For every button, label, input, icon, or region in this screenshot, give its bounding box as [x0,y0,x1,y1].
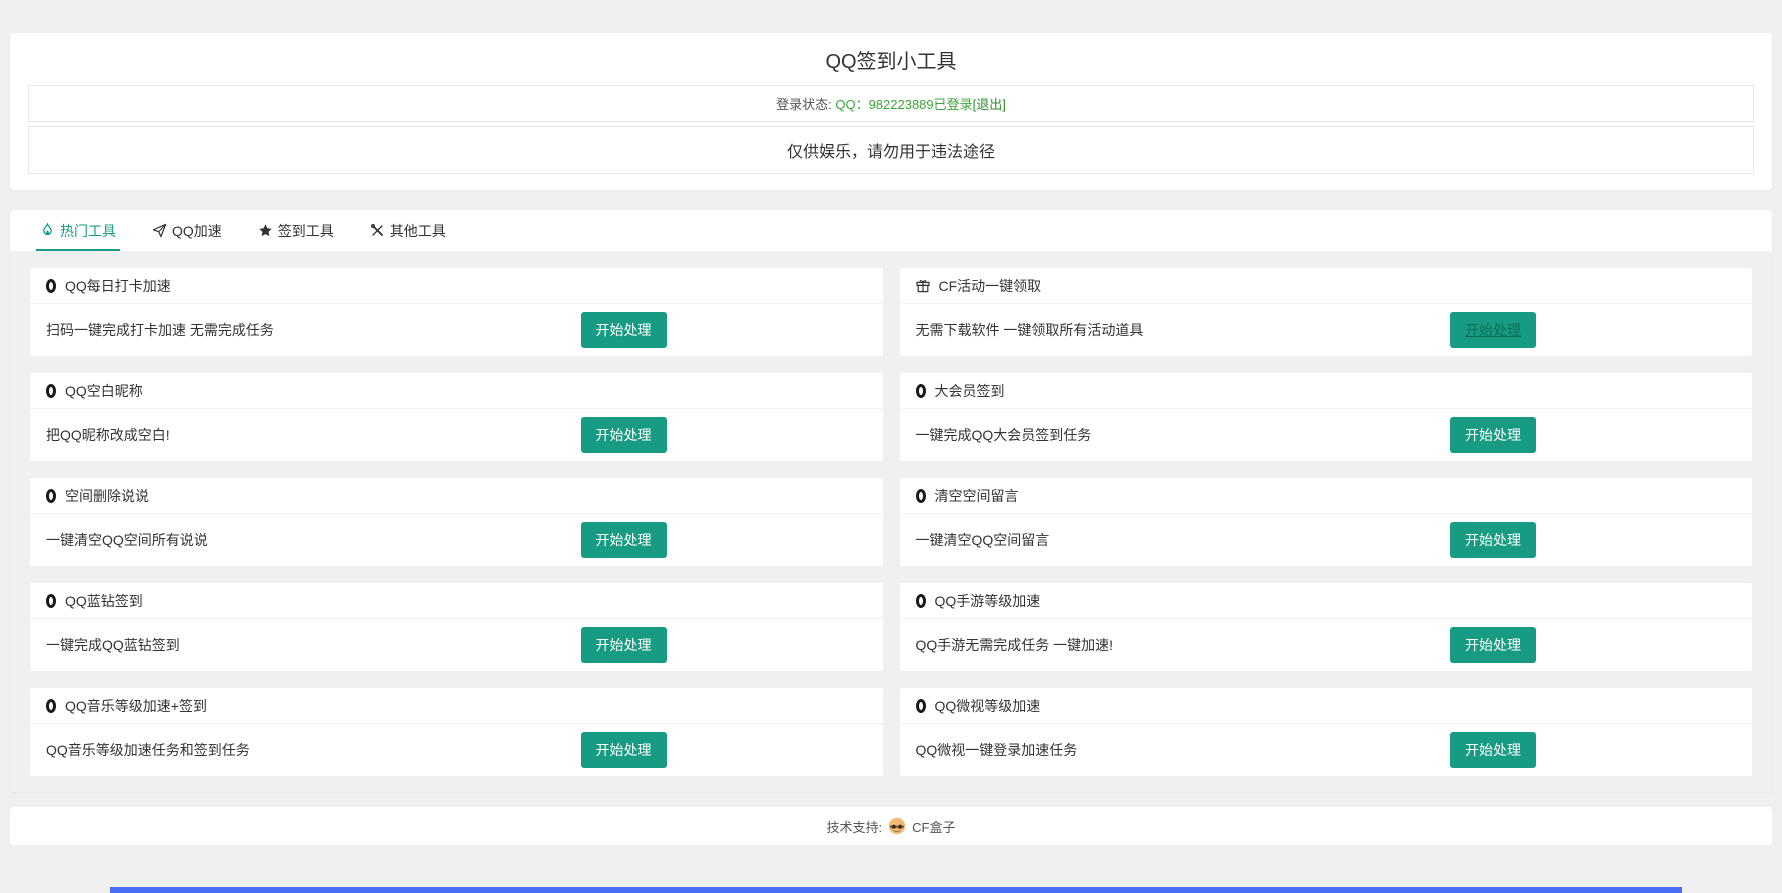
login-status-prefix: 登录状态: [776,97,835,112]
tool-card-body: 扫码一键完成打卡加速 无需完成任务 开始处理 [30,304,883,356]
start-process-button[interactable]: 开始处理 [581,732,667,768]
ring-icon [916,489,926,503]
start-process-button[interactable]: 开始处理 [1450,732,1536,768]
tool-card-description: 一键清空QQ空间所有说说 [46,530,581,550]
tool-card-title: QQ空白昵称 [65,381,143,401]
tool-card-body: QQ音乐等级加速任务和签到任务 开始处理 [30,724,883,776]
tool-card-description: QQ音乐等级加速任务和签到任务 [46,740,581,760]
start-process-button[interactable]: 开始处理 [1450,522,1536,558]
tool-card-description: QQ手游无需完成任务 一键加速! [916,635,1451,655]
support-name: CF盒子 [912,817,955,836]
ring-icon [916,384,926,398]
tools-icon [370,223,385,238]
tool-card-header: 大会员签到 [900,373,1753,409]
tab-4[interactable]: 其他工具 [352,210,464,251]
cf-box-avatar-icon [888,817,906,835]
ring-icon [46,384,56,398]
start-process-button[interactable]: 开始处理 [581,417,667,453]
tool-card-header: 清空空间留言 [900,478,1753,514]
tool-card-body: 一键完成QQ大会员签到任务 开始处理 [900,409,1753,461]
tool-card-header: QQ微视等级加速 [900,688,1753,724]
tool-card: QQ手游等级加速 QQ手游无需完成任务 一键加速! 开始处理 [900,583,1753,671]
fire-icon [40,223,55,238]
star-icon [258,223,273,238]
notice-text: 仅供娱乐，请勿用于违法途径 [28,126,1754,174]
tool-card-description: 一键完成QQ蓝钻签到 [46,635,581,655]
tab-content: QQ每日打卡加速 扫码一键完成打卡加速 无需完成任务 开始处理 CF活动一键领取… [10,252,1772,792]
tool-card-header: QQ空白昵称 [30,373,883,409]
tool-card-header: QQ每日打卡加速 [30,268,883,304]
start-process-button[interactable]: 开始处理 [1450,627,1536,663]
tool-card: QQ微视等级加速 QQ微视一键登录加速任务 开始处理 [900,688,1753,776]
card-grid: QQ每日打卡加速 扫码一键完成打卡加速 无需完成任务 开始处理 CF活动一键领取… [30,268,1752,776]
tool-card-description: 无需下载软件 一键领取所有活动道具 [916,320,1451,340]
tool-card-description: 扫码一键完成打卡加速 无需完成任务 [46,320,581,340]
tool-card-title: QQ手游等级加速 [935,591,1041,611]
tool-card: QQ音乐等级加速+签到 QQ音乐等级加速任务和签到任务 开始处理 [30,688,883,776]
tool-card: QQ每日打卡加速 扫码一键完成打卡加速 无需完成任务 开始处理 [30,268,883,356]
tool-card-header: CF活动一键领取 [900,268,1753,304]
support-prefix: 技术支持: [827,817,883,836]
tab-3[interactable]: 签到工具 [240,210,352,251]
tool-card-title: QQ音乐等级加速+签到 [65,696,207,716]
ring-icon [46,489,56,503]
tool-card: 大会员签到 一键完成QQ大会员签到任务 开始处理 [900,373,1753,461]
login-status-box: 登录状态: QQ：982223889已登录[退出] [28,85,1754,122]
tool-card-title: QQ蓝钻签到 [65,591,143,611]
tool-card-description: 一键完成QQ大会员签到任务 [916,425,1451,445]
tool-card-header: QQ手游等级加速 [900,583,1753,619]
tool-card-title: CF活动一键领取 [939,276,1042,296]
bottom-bar [110,887,1682,893]
tabs: 热门工具 QQ加速 签到工具 其他工具 [10,210,1772,252]
tool-card-title: 空间删除说说 [65,486,149,506]
start-process-button[interactable]: 开始处理 [1450,417,1536,453]
tool-card-body: QQ手游无需完成任务 一键加速! 开始处理 [900,619,1753,671]
tab-label: 签到工具 [278,221,334,241]
ring-icon [916,699,926,713]
ring-icon [916,594,926,608]
tool-card-header: 空间删除说说 [30,478,883,514]
page-title: QQ签到小工具 [10,33,1772,85]
start-process-button[interactable]: 开始处理 [1450,312,1536,348]
footer-bar: 技术支持: CF盒子 [10,807,1772,845]
ring-icon [46,699,56,713]
tool-card-body: 一键完成QQ蓝钻签到 开始处理 [30,619,883,671]
tool-card-description: 把QQ昵称改成空白! [46,425,581,445]
tool-card: QQ蓝钻签到 一键完成QQ蓝钻签到 开始处理 [30,583,883,671]
gift-icon [916,279,930,293]
tool-card-title: QQ微视等级加速 [935,696,1041,716]
tool-card-description: QQ微视一键登录加速任务 [916,740,1451,760]
tab-label: QQ加速 [172,221,222,241]
tool-card-header: QQ蓝钻签到 [30,583,883,619]
tab-2[interactable]: QQ加速 [134,210,240,251]
tool-card: QQ空白昵称 把QQ昵称改成空白! 开始处理 [30,373,883,461]
tool-card: CF活动一键领取 无需下载软件 一键领取所有活动道具 开始处理 [900,268,1753,356]
tab-1[interactable]: 热门工具 [22,210,134,251]
tool-card-body: 把QQ昵称改成空白! 开始处理 [30,409,883,461]
start-process-button[interactable]: 开始处理 [581,312,667,348]
header-panel: QQ签到小工具 登录状态: QQ：982223889已登录[退出] 仅供娱乐，请… [10,33,1772,190]
logout-link[interactable]: [退出] [973,97,1006,112]
tool-card-title: QQ每日打卡加速 [65,276,171,296]
start-process-button[interactable]: 开始处理 [581,627,667,663]
tool-card-title: 清空空间留言 [935,486,1019,506]
start-process-button[interactable]: 开始处理 [581,522,667,558]
tab-label: 其他工具 [390,221,446,241]
tool-card-header: QQ音乐等级加速+签到 [30,688,883,724]
tool-card-body: 无需下载软件 一键领取所有活动道具 开始处理 [900,304,1753,356]
tool-card-body: 一键清空QQ空间所有说说 开始处理 [30,514,883,566]
tab-label: 热门工具 [60,221,116,241]
tool-card-description: 一键清空QQ空间留言 [916,530,1451,550]
tool-card-title: 大会员签到 [935,381,1005,401]
ring-icon [46,594,56,608]
main-panel: 热门工具 QQ加速 签到工具 其他工具 QQ每日打卡加速 扫码一键完成打卡加速 … [10,210,1772,792]
ring-icon [46,279,56,293]
tool-card: 清空空间留言 一键清空QQ空间留言 开始处理 [900,478,1753,566]
tool-card: 空间删除说说 一键清空QQ空间所有说说 开始处理 [30,478,883,566]
login-status-qq: QQ：982223889已登录 [835,97,972,112]
tool-card-body: QQ微视一键登录加速任务 开始处理 [900,724,1753,776]
paper-plane-icon [152,223,167,238]
tool-card-body: 一键清空QQ空间留言 开始处理 [900,514,1753,566]
